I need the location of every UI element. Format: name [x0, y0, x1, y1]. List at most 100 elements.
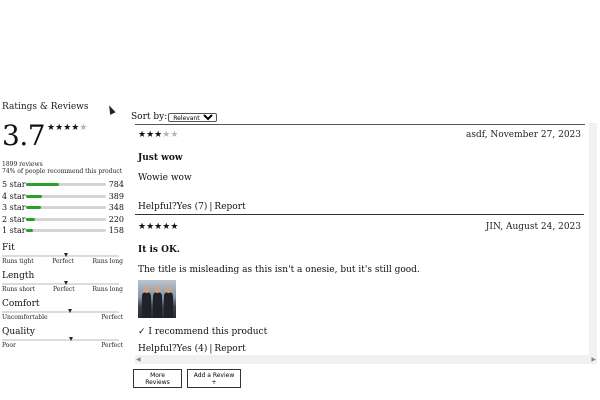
- overall-rating: 3.7 ★★★★★: [2, 122, 124, 152]
- rating-breakdown-label[interactable]: 3 star: [2, 203, 26, 212]
- characteristic-scale: [2, 308, 119, 313]
- rating-breakdown-label[interactable]: 2 star: [2, 215, 26, 224]
- recommend-note: ✓ I recommend this product: [138, 327, 268, 337]
- report-link[interactable]: Report: [214, 202, 245, 212]
- vertical-scrollbar[interactable]: [589, 123, 597, 355]
- rating-breakdown-row[interactable]: 3 star 348: [2, 202, 124, 214]
- report-link[interactable]: Report: [214, 344, 245, 354]
- review-count: 1899 reviews: [2, 161, 43, 168]
- vertical-scrollbar-thumb[interactable]: [590, 123, 596, 355]
- sort-control: Sort by: Relevant: [131, 112, 218, 122]
- review-helpful: Helpful? Yes (7) | Report: [138, 199, 581, 214]
- add-review-button[interactable]: Add a Review +: [187, 369, 241, 388]
- rating-breakdown-bar: [26, 206, 106, 210]
- scale-middle-label: Perfect: [52, 285, 75, 293]
- recommend-percentage: 74% of people recommend this product: [2, 168, 123, 175]
- characteristic-scale: [2, 252, 119, 257]
- characteristic-scale-labels: Runs tight Perfect Runs long: [2, 258, 123, 265]
- rating-breakdown-count: 220: [108, 214, 124, 224]
- rating-breakdown-count: 389: [108, 191, 124, 201]
- characteristic-scale: [2, 336, 119, 341]
- rating-breakdown-row[interactable]: 4 star 389: [2, 191, 124, 203]
- review-photo-thumbnail[interactable]: [138, 280, 176, 318]
- review-card: ★★★★★ asdf, November 27, 2023 Just wow W…: [135, 123, 584, 215]
- star-filled-icon: ★: [170, 222, 179, 232]
- photo-figure: [164, 292, 173, 318]
- review-helpful: Helpful? Yes (4) | Report: [138, 341, 581, 356]
- characteristic-name: Quality: [2, 326, 35, 337]
- photo-figure-head: [154, 286, 161, 293]
- scroll-left-icon[interactable]: ◀: [136, 356, 141, 363]
- scale-left-label: Poor: [2, 341, 16, 349]
- photo-figure-head: [165, 286, 172, 293]
- characteristic-marker-icon: [64, 280, 69, 285]
- rating-breakdown-row[interactable]: 2 star 220: [2, 214, 124, 226]
- scale-left-label: Runs short: [2, 285, 36, 293]
- characteristic-quality: Quality Poor Perfect: [2, 327, 124, 349]
- rating-breakdown-row[interactable]: 1 star 158: [2, 225, 124, 237]
- photo-figure: [153, 292, 162, 318]
- rating-breakdown-fill: [26, 229, 33, 233]
- review-title: Just wow: [138, 153, 183, 163]
- star-empty-icon: ★: [79, 123, 88, 133]
- rating-breakdown-count: 158: [108, 226, 124, 236]
- review-author-date: JIN, August 24, 2023: [485, 222, 581, 232]
- average-rating: 3.7: [2, 119, 46, 152]
- review-card: ★★★★★ JIN, August 24, 2023 It is OK. The…: [135, 215, 584, 357]
- helpful-yes-link[interactable]: Yes (4): [177, 344, 208, 354]
- rating-breakdown-count: 348: [108, 203, 124, 213]
- ratings-summary: Ratings & Reviews 3.7 ★★★★★ 1899 reviews…: [2, 102, 124, 349]
- rating-breakdown-bar: [26, 217, 106, 221]
- characteristic-length: Length Runs short Perfect Runs long: [2, 271, 124, 293]
- review-body: Wowie wow: [138, 173, 192, 183]
- rating-breakdown-bar: [26, 194, 106, 198]
- review-body: The title is misleading as this isn't a …: [138, 265, 420, 275]
- helpful-label: Helpful?: [138, 201, 177, 212]
- review-star-rating: ★★★★★: [138, 222, 178, 232]
- characteristic-scale-labels: Runs short Perfect Runs long: [2, 286, 123, 293]
- star-filled-icon: ★: [55, 123, 64, 133]
- characteristic-scale: [2, 280, 119, 285]
- review-author-date: asdf, November 27, 2023: [465, 130, 581, 140]
- rating-breakdown-fill: [26, 194, 43, 198]
- rating-breakdown-fill: [26, 206, 41, 210]
- review-title: It is OK.: [138, 245, 180, 255]
- characteristic-scale-labels: Uncomfortable Perfect: [2, 314, 123, 321]
- rating-breakdown-label[interactable]: 1 star: [2, 226, 26, 235]
- horizontal-scrollbar[interactable]: ◀ ▶: [135, 355, 597, 364]
- scale-right-label: Perfect: [101, 313, 123, 321]
- characteristic-marker-icon: [67, 308, 72, 313]
- more-reviews-button[interactable]: More Reviews: [133, 369, 182, 388]
- review-star-rating: ★★★★★: [138, 130, 178, 140]
- separator: |: [209, 201, 213, 212]
- scale-right-label: Perfect: [101, 341, 123, 349]
- overall-star-rating: ★★★★★: [47, 122, 87, 134]
- scroll-right-icon[interactable]: ▶: [591, 356, 596, 363]
- reviews-list-container[interactable]: ★★★★★ asdf, November 27, 2023 Just wow W…: [135, 123, 597, 364]
- helpful-yes-link[interactable]: Yes (7): [177, 202, 208, 212]
- rating-breakdown-count: 784: [108, 180, 124, 190]
- scale-right-label: Runs long: [92, 257, 123, 265]
- star-empty-icon: ★: [170, 130, 179, 140]
- rating-breakdown-fill: [26, 217, 36, 221]
- reviews-list: ★★★★★ asdf, November 27, 2023 Just wow W…: [135, 123, 584, 357]
- star-filled-icon: ★: [146, 222, 155, 232]
- characteristic-marker-icon: [64, 252, 69, 257]
- rating-breakdown-row[interactable]: 5 star 784: [2, 179, 124, 191]
- photo-figure-head: [143, 286, 150, 293]
- sort-select[interactable]: Relevant: [168, 112, 218, 122]
- rating-breakdown-label[interactable]: 4 star: [2, 192, 26, 201]
- characteristic-fit: Fit Runs tight Perfect Runs long: [2, 243, 124, 265]
- scale-left-label: Runs tight: [2, 257, 34, 265]
- rating-breakdown-fill: [26, 183, 60, 187]
- star-filled-icon: ★: [138, 222, 147, 232]
- review-header: ★★★★★ asdf, November 27, 2023: [138, 123, 581, 147]
- star-filled-icon: ★: [47, 123, 56, 133]
- rating-breakdown-label[interactable]: 5 star: [2, 180, 26, 189]
- characteristic-name: Comfort: [2, 298, 40, 309]
- scale-middle-label: Perfect: [52, 257, 74, 265]
- helpful-label: Helpful?: [138, 343, 177, 354]
- rating-breakdown: 5 star 784 4 star 389 3 star 348 2 star …: [2, 179, 124, 237]
- characteristic-marker-icon: [69, 336, 74, 341]
- scale-right-label: Runs long: [92, 285, 123, 293]
